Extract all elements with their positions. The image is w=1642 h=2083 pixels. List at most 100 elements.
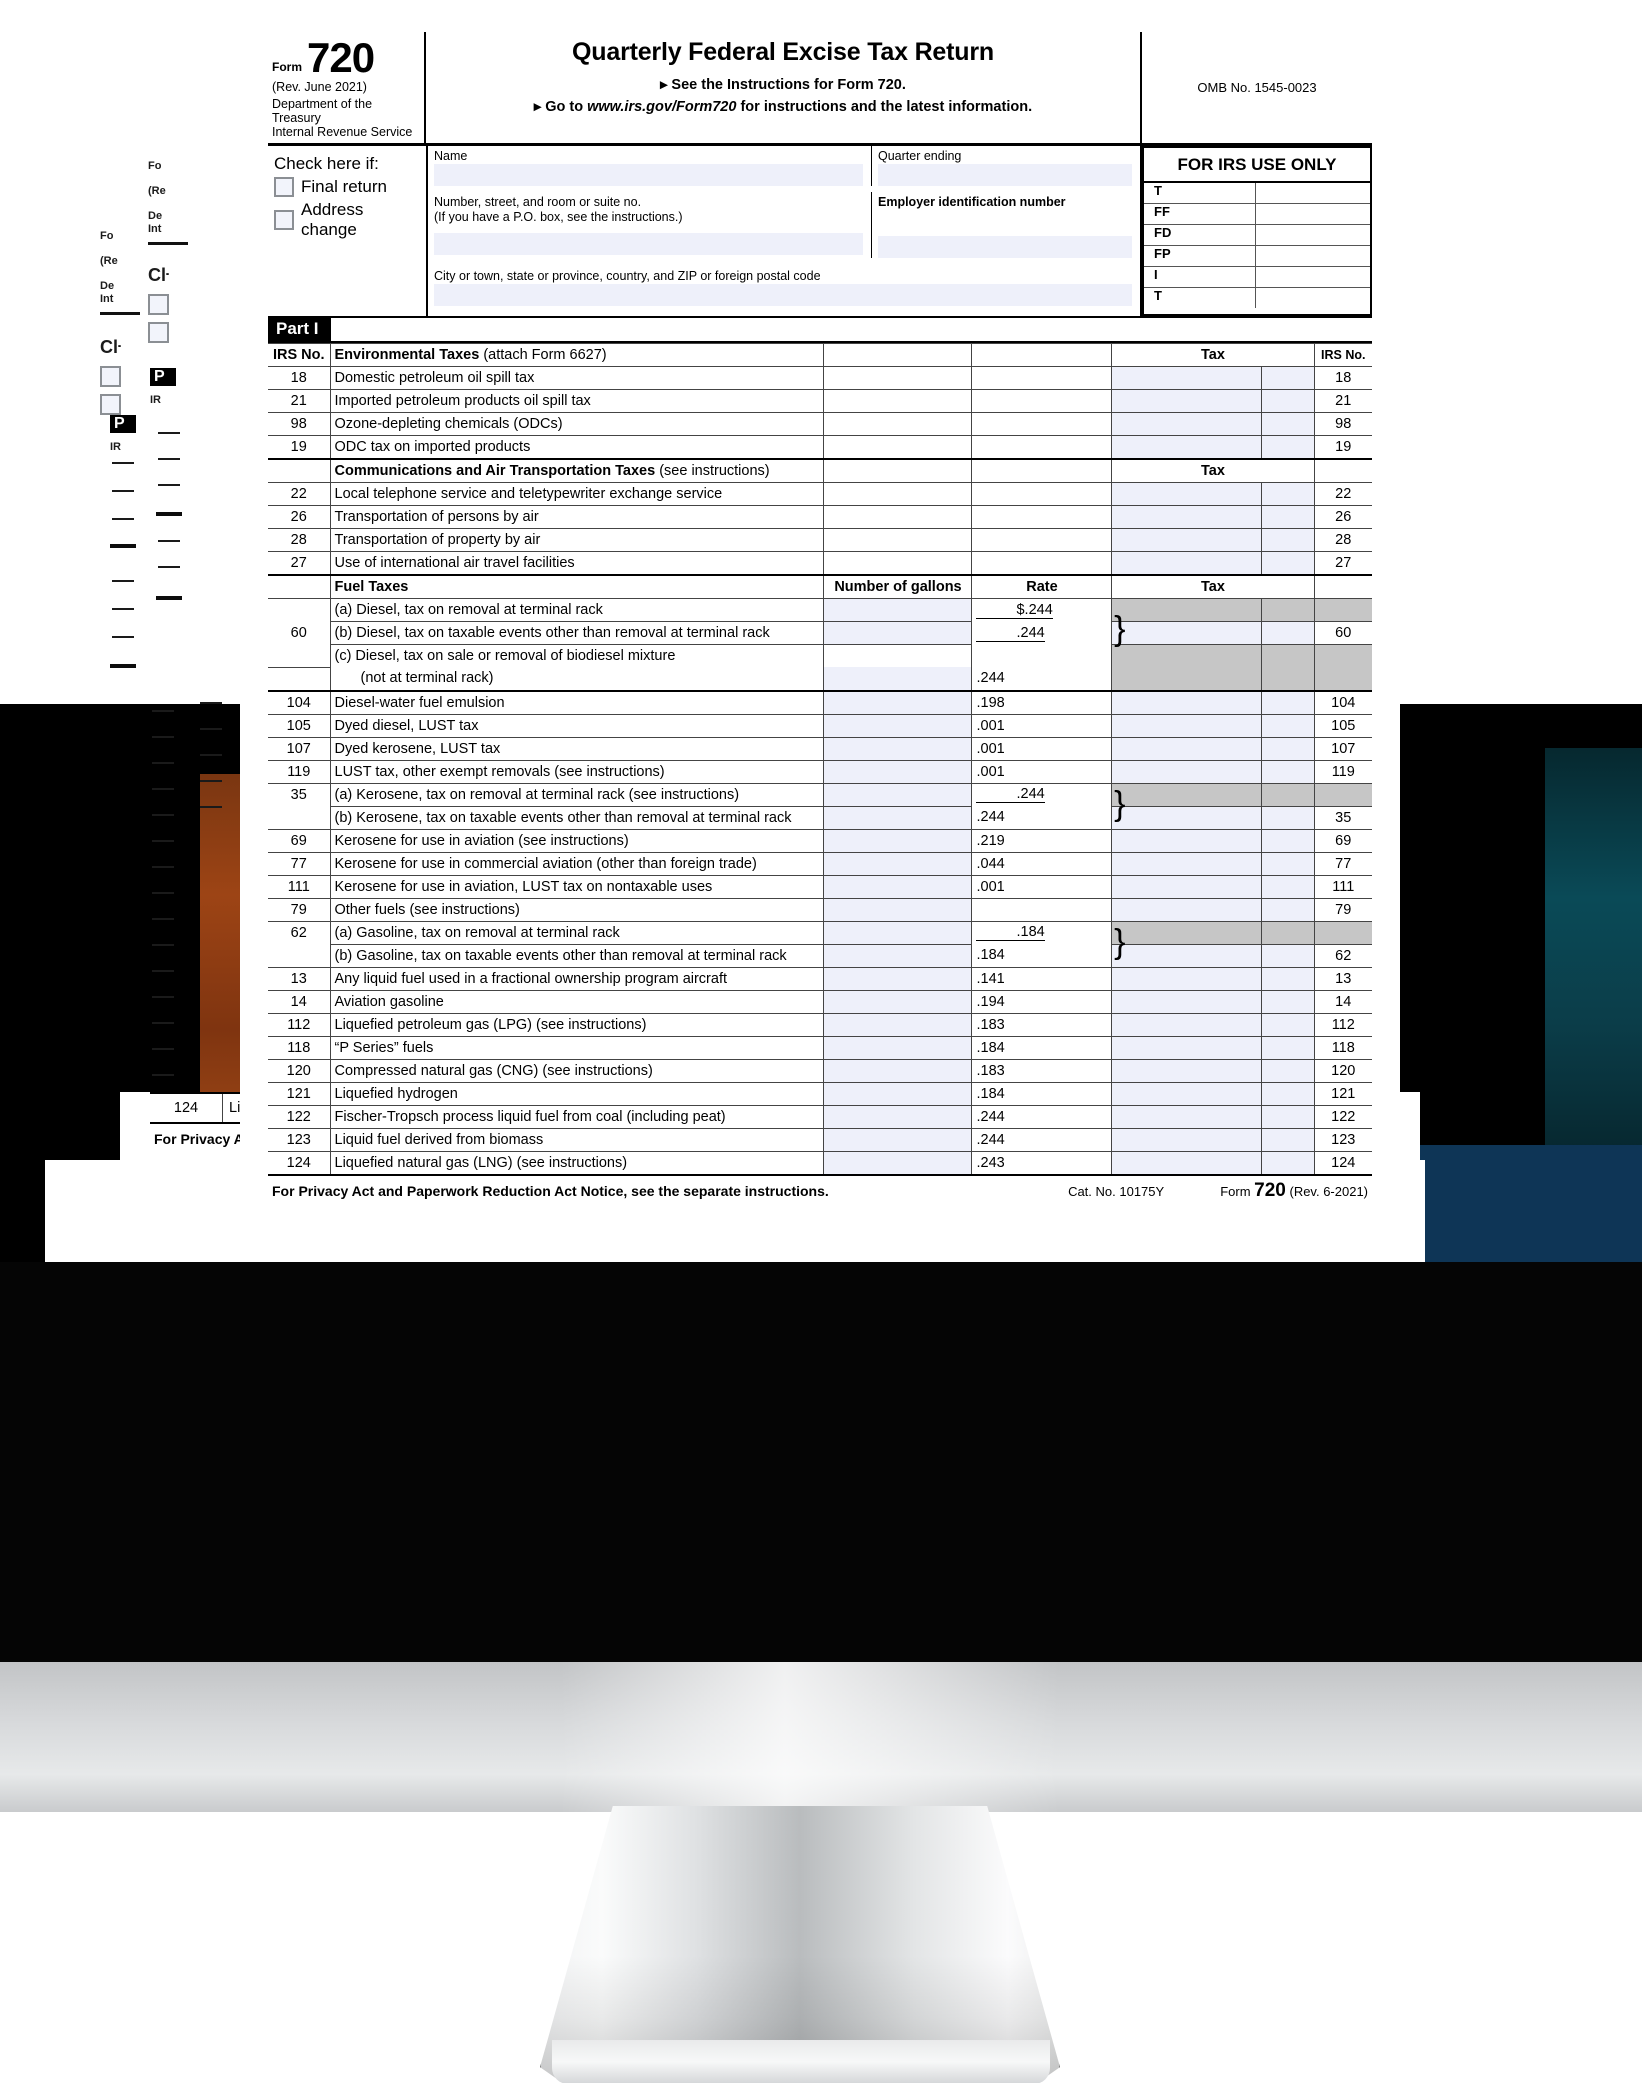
- gallons-cell[interactable]: [823, 920, 973, 945]
- gallons-cell[interactable]: [823, 1012, 973, 1037]
- tax-cell-2[interactable]: [1261, 897, 1315, 922]
- tax-cell[interactable]: [1111, 1012, 1263, 1037]
- tax-cell[interactable]: [1111, 805, 1263, 830]
- tax-cell-2[interactable]: [1261, 736, 1315, 761]
- tax-cell[interactable]: [1111, 366, 1263, 390]
- address-change-checkbox[interactable]: [274, 210, 294, 230]
- tax-cell-2[interactable]: [1261, 366, 1315, 390]
- tax-cell-2[interactable]: [1261, 1012, 1315, 1037]
- ein-input[interactable]: [878, 236, 1132, 258]
- gallons-cell[interactable]: [823, 598, 973, 622]
- tax-cell-2[interactable]: [1261, 851, 1315, 876]
- gallons-cell[interactable]: [823, 1058, 973, 1083]
- tax-cell-2[interactable]: [1261, 435, 1315, 460]
- name-input[interactable]: [434, 164, 863, 186]
- irs-use-value[interactable]: [1256, 288, 1370, 308]
- tax-cell-2[interactable]: [1261, 805, 1315, 830]
- tax-cell[interactable]: [1111, 551, 1263, 576]
- gallons-cell[interactable]: [823, 736, 973, 761]
- tax-cell-2[interactable]: [1261, 551, 1315, 576]
- tax-cell-2[interactable]: [1261, 713, 1315, 738]
- tax-cell[interactable]: [1111, 851, 1263, 876]
- gallons-cell[interactable]: [823, 667, 973, 692]
- tax-cell-2[interactable]: [1261, 1058, 1315, 1083]
- irs-use-value[interactable]: [1256, 267, 1370, 287]
- gallons-cell[interactable]: [823, 759, 973, 784]
- tax-cell[interactable]: [1111, 528, 1263, 552]
- tax-cell-2[interactable]: [1261, 759, 1315, 784]
- tax-cell[interactable]: [1111, 1104, 1263, 1129]
- tax-cell[interactable]: [1111, 621, 1263, 645]
- gallons-cell[interactable]: [823, 966, 973, 991]
- gallons-cell[interactable]: [823, 1150, 973, 1176]
- tax-cell-2[interactable]: [1261, 621, 1315, 645]
- gallons-cell[interactable]: [823, 690, 973, 715]
- irs-url[interactable]: www.irs.gov/Form720: [587, 99, 736, 115]
- gallons-cell[interactable]: [823, 621, 973, 645]
- tax-cell-2[interactable]: [1261, 1081, 1315, 1106]
- tax-cell[interactable]: [1111, 1035, 1263, 1060]
- tax-cell-2[interactable]: [1261, 943, 1315, 968]
- gallons-cell[interactable]: [823, 897, 973, 922]
- tax-cell[interactable]: [1111, 828, 1263, 853]
- final-return-checkbox[interactable]: [274, 177, 294, 197]
- gallons-cell[interactable]: [823, 782, 973, 807]
- tax-cell[interactable]: [1111, 989, 1263, 1014]
- gallons-cell[interactable]: [823, 851, 973, 876]
- tax-cell[interactable]: [1111, 713, 1263, 738]
- desc-cell: Compressed natural gas (CNG) (see instru…: [329, 1058, 825, 1083]
- tax-cell-2[interactable]: [1261, 482, 1315, 506]
- gallons-cell[interactable]: [823, 1035, 973, 1060]
- desc-cell: Liquefied hydrogen: [329, 1081, 825, 1106]
- tax-cell-2[interactable]: [1261, 1150, 1315, 1176]
- tax-cell[interactable]: [1111, 1081, 1263, 1106]
- tax-cell-2[interactable]: [1261, 505, 1315, 529]
- tax-cell[interactable]: [1111, 482, 1263, 506]
- street-input[interactable]: [434, 233, 863, 255]
- gallons-cell[interactable]: [823, 805, 973, 830]
- gallons-cell[interactable]: [823, 943, 973, 968]
- tax-cell-2[interactable]: [1261, 874, 1315, 899]
- tax-cell-2[interactable]: [1261, 412, 1315, 436]
- tax-cell[interactable]: [1111, 505, 1263, 529]
- city-input[interactable]: [434, 284, 1132, 306]
- tax-cell[interactable]: [1111, 1150, 1263, 1176]
- tax-cell[interactable]: [1111, 897, 1263, 922]
- address-change-option[interactable]: Address change: [274, 200, 422, 240]
- irs-use-value[interactable]: [1256, 204, 1370, 224]
- final-return-option[interactable]: Final return: [274, 177, 422, 197]
- tax-cell[interactable]: [1111, 759, 1263, 784]
- irs-use-value[interactable]: [1256, 183, 1370, 203]
- gallons-cell[interactable]: [823, 713, 973, 738]
- desc-cell: Diesel-water fuel emulsion: [329, 690, 825, 715]
- tax-cell[interactable]: [1111, 966, 1263, 991]
- tax-cell-2[interactable]: [1261, 690, 1315, 715]
- tax-cell-2[interactable]: [1261, 966, 1315, 991]
- gallons-cell[interactable]: [823, 828, 973, 853]
- tax-cell[interactable]: [1111, 412, 1263, 436]
- rate-cell[interactable]: [971, 897, 1113, 922]
- gallons-cell[interactable]: [823, 1104, 973, 1129]
- quarter-ending-input[interactable]: [878, 164, 1132, 186]
- tax-cell[interactable]: [1111, 874, 1263, 899]
- irs-use-value[interactable]: [1256, 246, 1370, 266]
- tax-cell-2[interactable]: [1261, 1035, 1315, 1060]
- tax-cell-2[interactable]: [1261, 1127, 1315, 1152]
- gallons-cell[interactable]: [823, 1127, 973, 1152]
- gallons-cell[interactable]: [823, 874, 973, 899]
- tax-cell[interactable]: [1111, 1127, 1263, 1152]
- tax-cell-2[interactable]: [1261, 989, 1315, 1014]
- tax-cell[interactable]: [1111, 736, 1263, 761]
- tax-cell[interactable]: [1111, 389, 1263, 413]
- tax-cell-2[interactable]: [1261, 828, 1315, 853]
- tax-cell[interactable]: [1111, 1058, 1263, 1083]
- tax-cell[interactable]: [1111, 435, 1263, 460]
- tax-cell[interactable]: [1111, 690, 1263, 715]
- gallons-cell[interactable]: [823, 989, 973, 1014]
- tax-cell-2[interactable]: [1261, 389, 1315, 413]
- tax-cell-2[interactable]: [1261, 1104, 1315, 1129]
- irs-use-value[interactable]: [1256, 225, 1370, 245]
- gallons-cell[interactable]: [823, 1081, 973, 1106]
- tax-cell-2[interactable]: [1261, 528, 1315, 552]
- tax-cell[interactable]: [1111, 943, 1263, 968]
